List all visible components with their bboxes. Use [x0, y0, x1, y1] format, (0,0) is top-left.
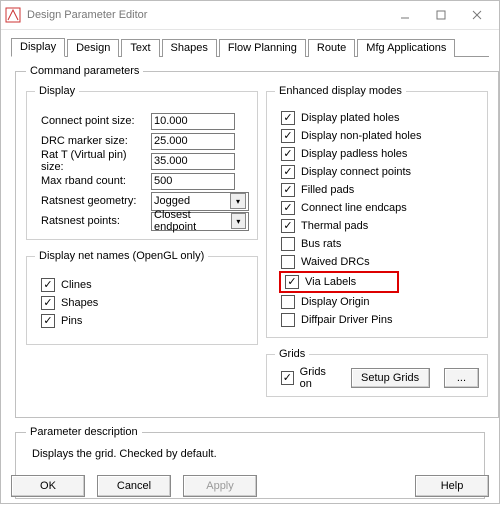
netname-pins[interactable]: Pins	[35, 312, 249, 330]
tab-route[interactable]: Route	[308, 39, 355, 57]
setup-grids-button[interactable]: Setup Grids	[351, 368, 430, 388]
cancel-button[interactable]: Cancel	[97, 475, 171, 497]
enhanced-connect-line-endcaps[interactable]: Connect line endcaps	[275, 199, 479, 217]
netname-shapes[interactable]: Shapes	[35, 294, 249, 312]
enhanced-label: Display connect points	[301, 166, 411, 178]
checkbox-icon	[281, 111, 295, 125]
ratsnest-points-value: Closest endpoint	[154, 209, 231, 233]
command-parameters-legend: Command parameters	[26, 65, 143, 77]
tab-text[interactable]: Text	[121, 39, 159, 57]
netname-label: Clines	[61, 279, 92, 291]
enhanced-via-labels[interactable]: Via Labels	[285, 273, 356, 291]
maximize-button[interactable]	[423, 4, 459, 26]
connect-point-size-input[interactable]	[151, 113, 235, 130]
tab-design[interactable]: Design	[67, 39, 119, 57]
grids-on-label: Grids on	[300, 366, 337, 390]
enhanced-bus-rats[interactable]: Bus rats	[275, 235, 479, 253]
chevron-down-icon: ▾	[230, 193, 246, 209]
checkbox-icon	[281, 255, 295, 269]
tab-flow-planning[interactable]: Flow Planning	[219, 39, 306, 57]
enhanced-label: Display plated holes	[301, 112, 399, 124]
grids-group: Grids Grids on Setup Grids ...	[266, 348, 488, 397]
enhanced-display-non-plated-holes[interactable]: Display non-plated holes	[275, 127, 479, 145]
apply-button[interactable]: Apply	[183, 475, 257, 497]
checkbox-icon	[281, 147, 295, 161]
grids-legend: Grids	[275, 348, 309, 360]
enhanced-display-origin[interactable]: Display Origin	[275, 293, 479, 311]
enhanced-filled-pads[interactable]: Filled pads	[275, 181, 479, 199]
enhanced-label: Display Origin	[301, 296, 369, 308]
netname-label: Pins	[61, 315, 82, 327]
checkbox-icon	[41, 314, 55, 328]
enhanced-display-plated-holes[interactable]: Display plated holes	[275, 109, 479, 127]
enhanced-waived-drcs[interactable]: Waived DRCs	[275, 253, 479, 271]
ratsnest-geometry-select[interactable]: Jogged ▾	[151, 192, 249, 211]
enhanced-label: Bus rats	[301, 238, 341, 250]
ratsnest-points-label: Ratsnest points:	[35, 215, 151, 227]
ok-button[interactable]: OK	[11, 475, 85, 497]
enhanced-label: Connect line endcaps	[301, 202, 407, 214]
help-button[interactable]: Help	[415, 475, 489, 497]
checkbox-icon	[281, 129, 295, 143]
setup-grids-more-button[interactable]: ...	[444, 368, 480, 388]
drc-marker-size-label: DRC marker size:	[35, 135, 151, 147]
ratsnest-geometry-label: Ratsnest geometry:	[35, 195, 151, 207]
titlebar: Design Parameter Editor	[1, 1, 499, 30]
enhanced-label: Filled pads	[301, 184, 354, 196]
display-net-names-legend: Display net names (OpenGL only)	[35, 250, 208, 262]
parameter-description-legend: Parameter description	[26, 426, 142, 438]
netname-label: Shapes	[61, 297, 98, 309]
enhanced-thermal-pads[interactable]: Thermal pads	[275, 217, 479, 235]
checkbox-icon	[41, 278, 55, 292]
enhanced-display-padless-holes[interactable]: Display padless holes	[275, 145, 479, 163]
checkbox-icon	[281, 165, 295, 179]
grids-on-checkbox[interactable]	[281, 371, 294, 385]
checkbox-icon	[281, 313, 295, 327]
enhanced-label: Via Labels	[305, 276, 356, 288]
display-net-names-group: Display net names (OpenGL only) Clines Sh…	[26, 250, 258, 345]
minimize-button[interactable]	[387, 4, 423, 26]
enhanced-label: Display non-plated holes	[301, 130, 421, 142]
tab-mfg-applications[interactable]: Mfg Applications	[357, 39, 455, 57]
tabstrip: DisplayDesignTextShapesFlow PlanningRout…	[11, 36, 489, 57]
command-parameters-group: Command parameters Display Connect point…	[15, 65, 499, 418]
parameter-description-text: Displays the grid. Checked by default.	[26, 446, 474, 470]
rat-t-size-input[interactable]	[151, 153, 235, 170]
app-icon	[5, 7, 21, 23]
drc-marker-size-input[interactable]	[151, 133, 235, 150]
via-labels-highlight: Via Labels	[279, 271, 399, 293]
display-legend: Display	[35, 85, 79, 97]
checkbox-icon	[285, 275, 299, 289]
dialog-button-bar: OK Cancel Apply Help	[1, 475, 499, 497]
enhanced-diffpair-driver-pins[interactable]: Diffpair Driver Pins	[275, 311, 479, 329]
tab-shapes[interactable]: Shapes	[162, 39, 217, 57]
enhanced-label: Waived DRCs	[301, 256, 370, 268]
checkbox-icon	[41, 296, 55, 310]
connect-point-size-label: Connect point size:	[35, 115, 151, 127]
ratsnest-points-select[interactable]: Closest endpoint▾	[151, 212, 249, 231]
checkbox-icon	[281, 295, 295, 309]
enhanced-display-connect-points[interactable]: Display connect points	[275, 163, 479, 181]
checkbox-icon	[281, 201, 295, 215]
enhanced-display-modes-legend: Enhanced display modes	[275, 85, 406, 97]
close-button[interactable]	[459, 4, 495, 26]
display-group: Display Connect point size: DRC marker s…	[26, 85, 258, 240]
rat-t-size-label: Rat T (Virtual pin) size:	[35, 149, 151, 173]
enhanced-display-modes-group: Enhanced display modes Display plated ho…	[266, 85, 488, 338]
window-title: Design Parameter Editor	[27, 9, 387, 21]
checkbox-icon	[281, 219, 295, 233]
checkbox-icon	[281, 183, 295, 197]
max-rband-label: Max rband count:	[35, 175, 151, 187]
max-rband-input[interactable]	[151, 173, 235, 190]
enhanced-label: Display padless holes	[301, 148, 407, 160]
tab-display[interactable]: Display	[11, 38, 65, 57]
enhanced-label: Diffpair Driver Pins	[301, 314, 393, 326]
enhanced-label: Thermal pads	[301, 220, 368, 232]
checkbox-icon	[281, 237, 295, 251]
ratsnest-geometry-value: Jogged	[154, 195, 190, 207]
netname-clines[interactable]: Clines	[35, 276, 249, 294]
chevron-down-icon: ▾	[231, 213, 246, 229]
